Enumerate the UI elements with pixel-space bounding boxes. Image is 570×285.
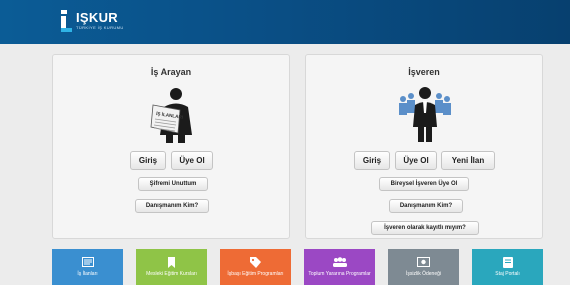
individual-employer-register-button[interactable]: Bireysel İşveren Üye Ol <box>379 177 469 191</box>
employer-register-button[interactable]: Üye Ol <box>395 151 437 170</box>
tile-on-the-job-training[interactable]: İşbaşı Eğitim Programları <box>220 249 291 285</box>
newspaper-reader-icon: İŞ İLANLARI <box>150 88 192 143</box>
job-seeker-title: İş Arayan <box>150 67 192 77</box>
job-seeker-counselor-button[interactable]: Danışmanım Kim? <box>135 199 209 213</box>
employer-title: İşveren <box>408 67 440 77</box>
book-icon <box>472 257 543 269</box>
tile-vocational-courses[interactable]: Mesleki Eğitim Kursları <box>136 249 207 285</box>
money-icon <box>388 257 459 269</box>
new-ad-button[interactable]: Yeni İlan <box>441 151 495 170</box>
top-header: IŞKUR TÜRKİYE İŞ KURUMU <box>0 0 570 44</box>
tile-label: İş İlanları <box>77 271 98 277</box>
tile-label: Mesleki Eğitim Kursları <box>146 271 197 277</box>
employer-team-icon <box>399 87 451 142</box>
logo-mark-icon <box>58 10 72 32</box>
logo-subtitle: TÜRKİYE İŞ KURUMU <box>76 25 124 30</box>
tile-community-programs[interactable]: Toplum Yararına Programlar <box>304 249 375 285</box>
job-seeker-panel: İş Arayan İŞ İLANLARI Giriş Üye Ol Şifre… <box>52 54 290 239</box>
logo-name: IŞKUR <box>76 10 118 25</box>
job-seeker-login-button[interactable]: Giriş <box>130 151 166 170</box>
employer-login-button[interactable]: Giriş <box>354 151 390 170</box>
tile-job-listings[interactable]: İş İlanları <box>52 249 123 285</box>
tile-unemployment-benefit[interactable]: İşsizlik Ödeneği <box>388 249 459 285</box>
bookmark-icon <box>136 257 207 269</box>
job-seeker-register-button[interactable]: Üye Ol <box>171 151 213 170</box>
iskur-logo[interactable]: IŞKUR TÜRKİYE İŞ KURUMU <box>58 7 138 39</box>
tile-label: Staj Portalı <box>495 271 520 277</box>
group-icon <box>304 257 375 269</box>
list-icon <box>52 257 123 269</box>
registered-employer-check-button[interactable]: İşveren olarak kayıtlı mıyım? <box>371 221 479 235</box>
forgot-password-button[interactable]: Şifremi Unuttum <box>138 177 208 191</box>
tag-icon <box>220 257 291 269</box>
tile-label: İşsizlik Ödeneği <box>405 271 441 277</box>
employer-panel: İşveren Giriş Üye Ol Yeni İlan Bireysel … <box>305 54 543 239</box>
tile-label: Toplum Yararına Programlar <box>308 271 371 277</box>
employer-counselor-button[interactable]: Danışmanım Kim? <box>389 199 463 213</box>
tile-label: İşbaşı Eğitim Programları <box>227 271 284 277</box>
service-tiles: İş İlanları Mesleki Eğitim Kursları İşba… <box>0 249 570 285</box>
tile-internship-portal[interactable]: Staj Portalı <box>472 249 543 285</box>
